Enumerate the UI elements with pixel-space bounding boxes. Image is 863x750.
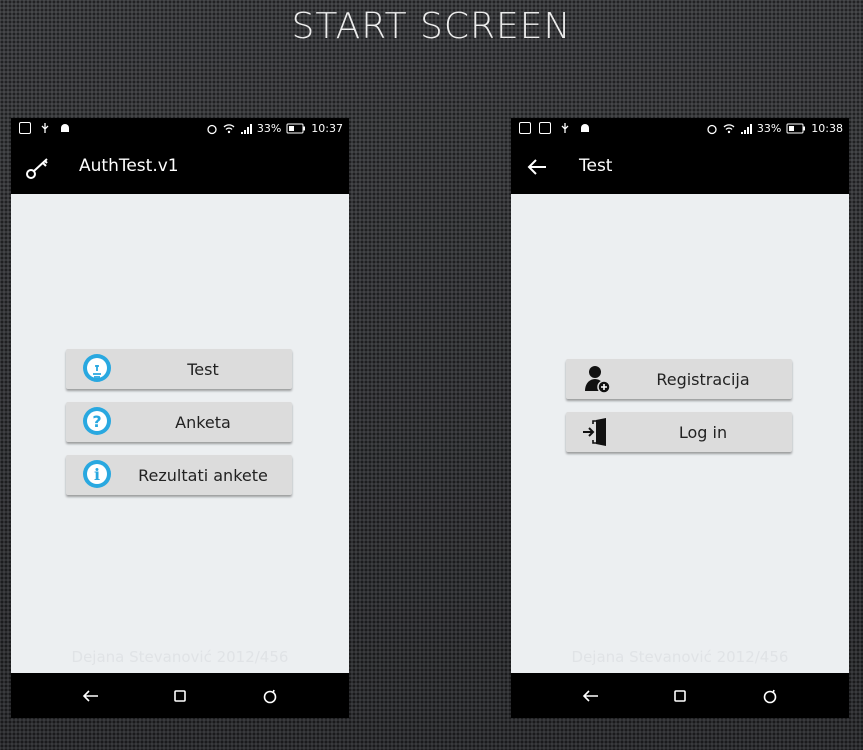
- lightbulb-icon: [83, 354, 111, 382]
- nav-recents-icon[interactable]: [259, 685, 281, 707]
- anketa-button-label: Anketa: [175, 413, 231, 432]
- nav-recents-icon[interactable]: [759, 685, 781, 707]
- rezultati-ankete-button[interactable]: i Rezultati ankete: [66, 455, 292, 495]
- battery-percent: 33%: [256, 122, 282, 135]
- author-footer: Dejana Stevanović 2012/456: [571, 648, 789, 666]
- info-icon: i: [83, 460, 111, 488]
- rezultati-ankete-button-label: Rezultati ankete: [138, 466, 268, 485]
- status-bar: 33% 10:37: [11, 118, 349, 140]
- anketa-button[interactable]: ? Anketa: [66, 402, 292, 442]
- log-in-button-label: Log in: [678, 423, 728, 442]
- app-title: Test: [579, 156, 613, 176]
- author-footer: Dejana Stevanović 2012/456: [71, 648, 289, 666]
- test-button-label: Test: [187, 360, 219, 379]
- signal-icon: [740, 123, 752, 134]
- nav-home-icon[interactable]: [669, 685, 691, 707]
- battery-icon: [286, 123, 306, 134]
- clock: 10:37: [311, 122, 343, 135]
- screen-mirror-icon: [519, 122, 531, 134]
- key-icon: [26, 158, 48, 179]
- wifi-icon: [723, 123, 735, 133]
- android-icon: [61, 124, 69, 132]
- battery-percent: 33%: [756, 122, 782, 135]
- status-bar: 33% 10:38: [511, 118, 849, 140]
- add-user-icon: [585, 366, 611, 394]
- test-button[interactable]: Test: [66, 349, 292, 389]
- log-in-button[interactable]: Log in: [566, 412, 792, 452]
- registracija-button-label: Registracija: [656, 370, 750, 389]
- battery-icon: [786, 123, 806, 134]
- nav-bar: [11, 673, 349, 718]
- code-icon: [539, 122, 551, 134]
- svg-text:i: i: [94, 465, 100, 484]
- alarm-icon: [207, 124, 217, 134]
- signal-icon: [240, 123, 252, 134]
- nav-back-icon[interactable]: [80, 685, 102, 707]
- code-icon: [19, 122, 31, 134]
- phone-screen-login: 33% 10:38 Test Registracija Log in Dejan…: [511, 118, 849, 718]
- back-arrow-icon[interactable]: [525, 154, 551, 180]
- nav-home-icon[interactable]: [169, 685, 191, 707]
- android-icon: [581, 124, 589, 132]
- alarm-icon: [707, 124, 717, 134]
- app-bar: AuthTest.v1: [11, 140, 349, 194]
- question-icon: ?: [83, 407, 111, 435]
- usb-icon: [41, 123, 49, 133]
- nav-back-icon[interactable]: [580, 685, 602, 707]
- wifi-icon: [223, 123, 235, 133]
- app-title: AuthTest.v1: [79, 156, 179, 176]
- login-door-icon: [583, 418, 606, 446]
- nav-bar: [511, 673, 849, 718]
- app-bar: Test: [511, 140, 849, 194]
- svg-text:?: ?: [92, 412, 101, 431]
- registracija-button[interactable]: Registracija: [566, 359, 792, 399]
- phone-screen-main: 33% 10:37 AuthTest.v1 Test ? Anketa i Re…: [11, 118, 349, 718]
- slide-title: START SCREEN: [291, 6, 572, 47]
- clock: 10:38: [811, 122, 843, 135]
- usb-icon: [561, 123, 569, 133]
